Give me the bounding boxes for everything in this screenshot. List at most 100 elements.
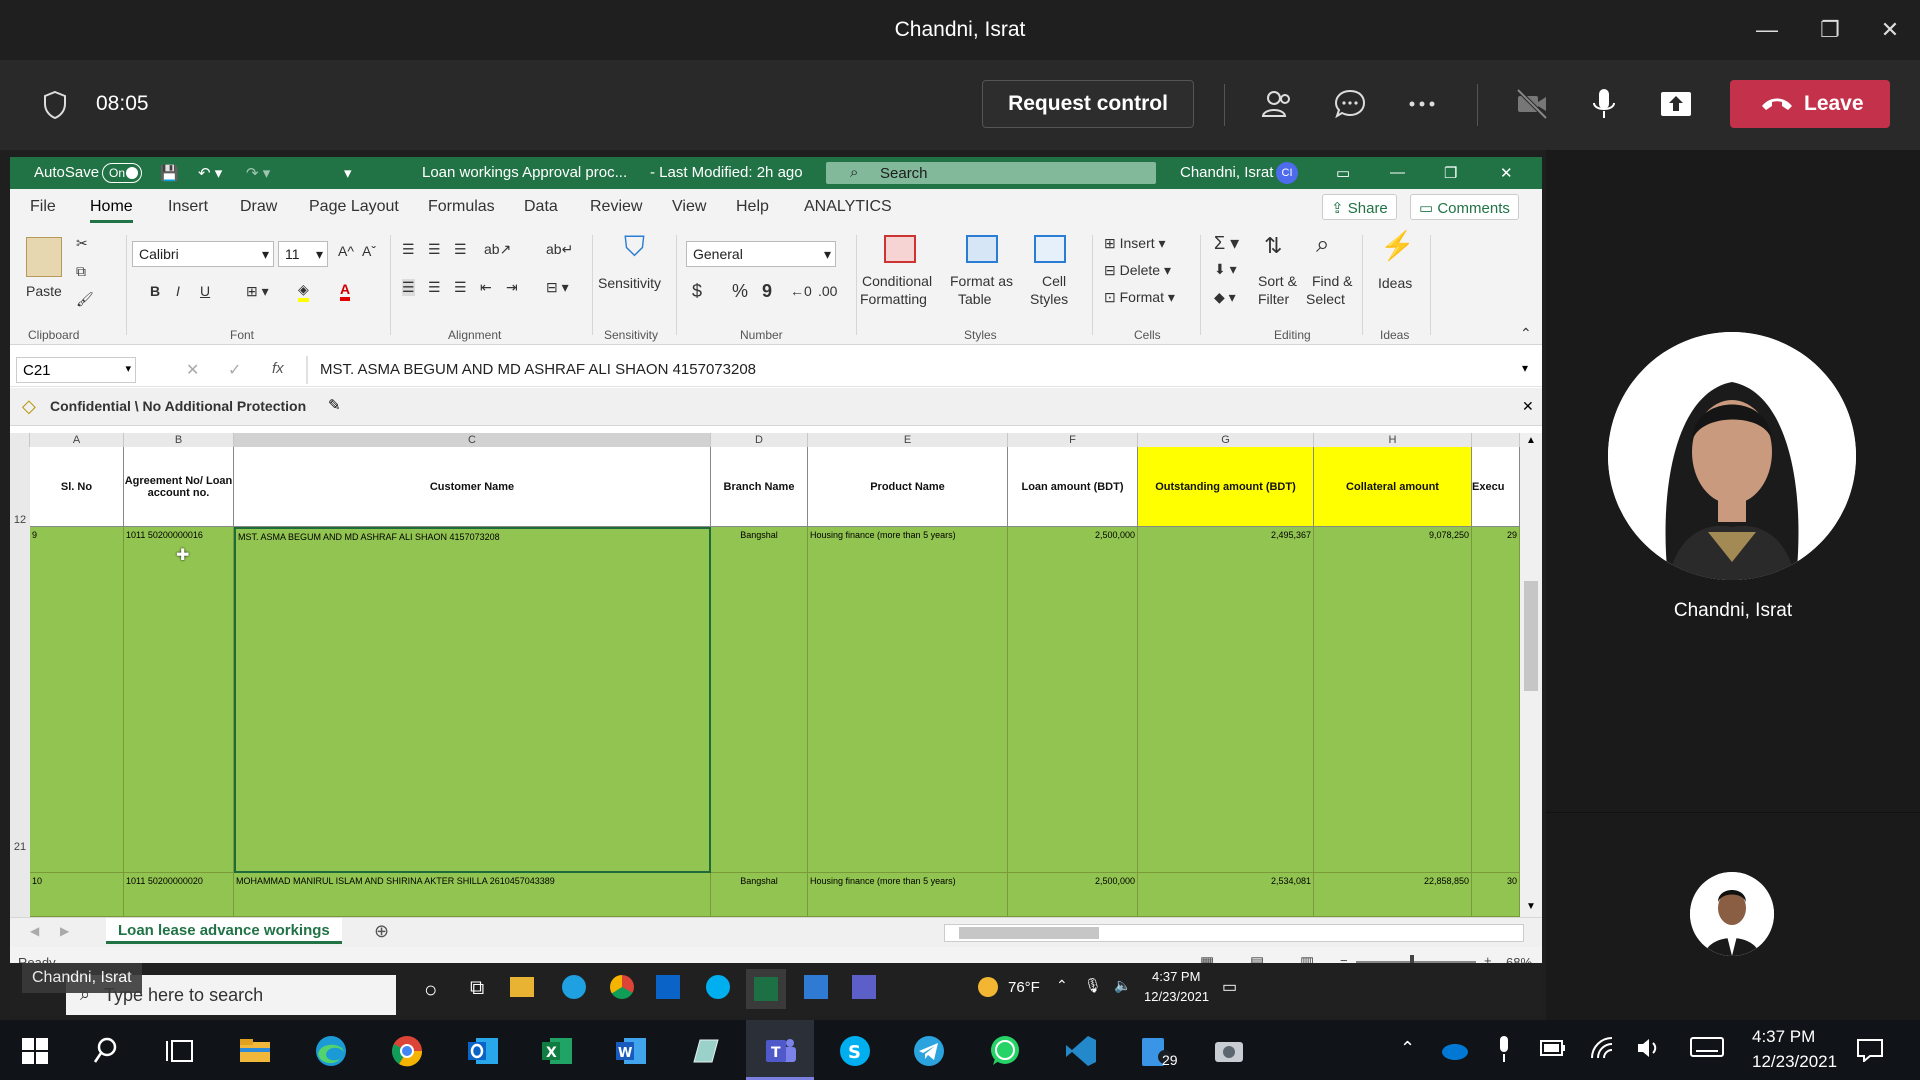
add-sheet-icon[interactable]: ⊕ [374,921,389,942]
tab-help[interactable]: Help [736,198,769,216]
clock-date[interactable]: 12/23/2021 [1752,1052,1837,1072]
sensitivity-icon[interactable]: ⛉ [624,231,645,264]
participant-thumbnail[interactable] [1690,872,1774,956]
camera-off-icon[interactable] [1514,86,1550,122]
share-screen-icon[interactable] [1658,86,1694,122]
confirm-entry-icon[interactable]: ✓ [228,360,241,380]
outlook-icon[interactable] [464,1032,502,1070]
cell-branch-name[interactable]: Bangshal [711,527,808,873]
orientation-icon[interactable]: ab↗ [484,241,511,258]
column-header-e[interactable]: E [808,433,1008,447]
tab-page-layout[interactable]: Page Layout [309,198,399,216]
next-sheet-icon[interactable]: ▶ [60,924,69,938]
tab-data[interactable]: Data [524,198,558,216]
undo-icon[interactable]: ↶ ▾ [198,164,222,182]
sheet-tab-active[interactable]: Loan lease advance workings [106,918,342,944]
delete-cells-button[interactable]: ⊟ Delete ▾ [1104,262,1171,279]
copy-icon[interactable]: ⧉ [76,263,86,280]
shield-icon[interactable] [42,90,68,120]
align-top-icon[interactable]: ☰ [402,241,415,258]
tab-analytics[interactable]: ANALYTICS [804,198,892,216]
cell-styles-label-2[interactable]: Styles [1030,291,1068,307]
ideas-button[interactable]: Ideas [1378,275,1412,291]
document-title[interactable]: Loan workings Approval proc... [422,164,627,181]
cell-loan-amount[interactable]: 2,500,000 [1008,873,1138,917]
select-all-corner[interactable] [10,433,30,447]
autosave-toggle[interactable]: On [102,163,142,183]
photos-icon[interactable] [804,975,828,999]
column-header-g[interactable]: G [1138,433,1314,447]
column-header-f[interactable]: F [1008,433,1138,447]
close-icon[interactable]: ✕ [1500,164,1513,182]
fill-color-icon[interactable]: ◈ [298,281,309,302]
align-left-icon[interactable]: ☰ [402,279,415,296]
chrome-icon[interactable] [610,975,634,999]
cell-sl-no[interactable]: 10 [30,873,124,917]
skype-icon[interactable] [706,975,730,999]
clear-icon[interactable]: ◆ ▾ [1214,289,1236,306]
camera-app-icon[interactable] [1210,1032,1248,1070]
pencil-icon[interactable]: ✎ [328,396,341,414]
find-select-label-1[interactable]: Find & [1312,273,1352,289]
notification-center-icon[interactable] [1856,1038,1884,1062]
tray-chevron-icon[interactable]: ⌃ [1400,1038,1415,1059]
tab-formulas[interactable]: Formulas [428,198,495,216]
search-box[interactable]: ⌕ Search [826,162,1156,184]
cell-execution[interactable]: 29 [1472,527,1520,873]
autosum-icon[interactable]: Σ ▾ [1214,233,1239,254]
percent-button[interactable]: % [732,281,748,302]
font-color-icon[interactable]: A [340,281,351,301]
column-header-b[interactable]: B [124,433,234,447]
cell-sl-no[interactable]: 9 [30,527,124,873]
task-view-icon[interactable] [162,1032,200,1070]
wifi-icon[interactable] [1590,1036,1614,1060]
merge-center-icon[interactable]: ⊟ ▾ [546,279,569,296]
redo-icon[interactable]: ↷ ▾ [246,164,270,182]
edge-icon[interactable] [562,975,586,999]
cell-product-name[interactable]: Housing finance (more than 5 years) [808,873,1008,917]
format-as-table-label-1[interactable]: Format as [950,273,1013,289]
align-bottom-icon[interactable]: ☰ [454,241,467,258]
maximize-icon[interactable]: ❐ [1810,12,1850,48]
column-header-d[interactable]: D [711,433,808,447]
cell-outstanding-amount[interactable]: 2,534,081 [1138,873,1314,917]
cell-loan-amount[interactable]: 2,500,000 [1008,527,1138,873]
tab-home[interactable]: Home [90,198,133,223]
worksheet-grid[interactable]: A B C D E F G H 12 Sl. No Agreement No/ … [10,433,1520,917]
notepad-icon[interactable] [686,1032,724,1070]
telegram-icon[interactable] [910,1032,948,1070]
task-view-icon[interactable]: ⧉ [470,977,484,1000]
insert-function-icon[interactable]: fx [272,360,284,377]
minimize-icon[interactable]: — [1747,12,1787,48]
horizontal-scrollbar[interactable] [944,924,1524,942]
word-icon[interactable]: W [612,1032,650,1070]
outlook-icon[interactable] [656,975,680,999]
conditional-formatting-label-2[interactable]: Formatting [860,291,927,307]
fill-icon[interactable]: ⬇ ▾ [1214,261,1237,278]
paste-icon[interactable] [26,237,62,277]
decrease-decimal-icon[interactable]: .00 [818,283,837,299]
collapse-ribbon-icon[interactable]: ⌃ [1520,325,1532,342]
format-painter-icon[interactable]: 🖌 [76,291,94,308]
cell-styles-icon[interactable] [1034,235,1066,263]
teams-icon[interactable] [852,975,876,999]
tab-file[interactable]: File [30,198,56,216]
number-format-select[interactable]: General ▾ [686,241,836,267]
excel-taskbar-active[interactable] [746,969,786,1009]
close-icon[interactable]: ✕ [1522,398,1534,415]
restore-icon[interactable]: ❐ [1444,164,1457,182]
battery-icon[interactable] [1540,1038,1566,1058]
request-control-button[interactable]: Request control [982,80,1194,128]
column-header-h[interactable]: H [1314,433,1472,447]
increase-decimal-icon[interactable]: ←0 [790,283,812,299]
search-icon[interactable] [90,1032,128,1070]
horizontal-scroll-thumb[interactable] [959,927,1099,939]
cell-styles-label-1[interactable]: Cell [1042,273,1066,289]
cell-outstanding-amount[interactable]: 2,495,367 [1138,527,1314,873]
chat-icon[interactable] [1332,86,1368,122]
scroll-down-icon[interactable]: ▼ [1526,901,1536,912]
minimize-icon[interactable]: — [1390,164,1405,181]
keyboard-icon[interactable] [1690,1036,1724,1058]
tab-view[interactable]: View [672,198,706,216]
formula-input[interactable]: MST. ASMA BEGUM AND MD ASHRAF ALI SHAON … [320,361,756,378]
